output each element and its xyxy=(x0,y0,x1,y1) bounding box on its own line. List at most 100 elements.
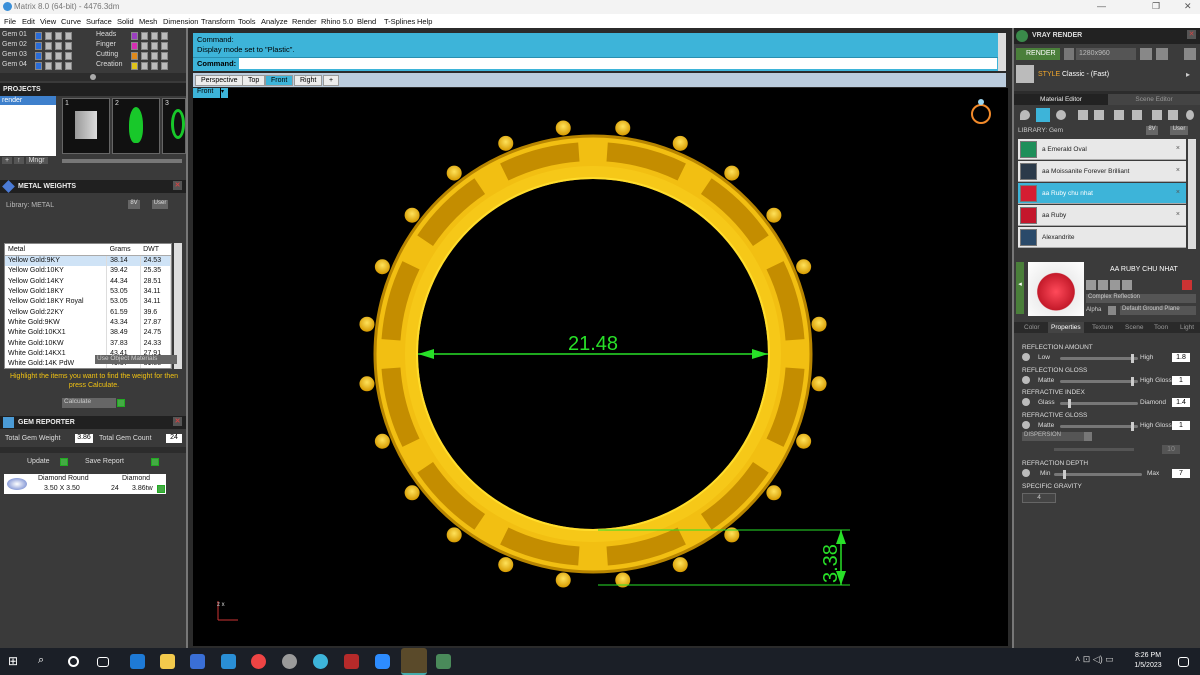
splitter[interactable] xyxy=(0,447,186,453)
menu-transform[interactable]: Transform xyxy=(201,17,235,26)
update-go-icon[interactable] xyxy=(60,458,68,466)
layer-visible-icon[interactable] xyxy=(55,32,62,40)
tab-add[interactable]: + xyxy=(323,75,340,86)
menu-help[interactable]: Help xyxy=(417,17,432,26)
slider-knob[interactable] xyxy=(1068,399,1071,408)
projects-scrollbar[interactable] xyxy=(62,159,182,163)
gem-material-icon[interactable] xyxy=(1036,108,1050,122)
layer-print-icon[interactable] xyxy=(65,32,72,40)
menu-rhino[interactable]: Rhino 5.0 xyxy=(321,17,353,26)
layer-lock-icon[interactable] xyxy=(45,52,52,60)
layer-visible-icon[interactable] xyxy=(55,42,62,50)
tab-light[interactable]: Light xyxy=(1180,324,1194,331)
menu-file[interactable]: File xyxy=(4,17,16,26)
calculate-button[interactable]: Calculate xyxy=(62,398,116,408)
layer-color-swatch[interactable] xyxy=(131,62,138,70)
reset-material-icon[interactable] xyxy=(1182,280,1192,290)
notification-icon[interactable] xyxy=(1178,657,1189,667)
layer-color-swatch[interactable] xyxy=(131,52,138,60)
sphere-icon[interactable] xyxy=(1056,110,1066,120)
layer-lock-icon[interactable] xyxy=(45,62,52,70)
tab-color[interactable]: Color xyxy=(1024,324,1040,331)
assign-material-icon[interactable] xyxy=(1122,280,1132,290)
layer-color-swatch[interactable] xyxy=(35,52,42,60)
front-viewport[interactable]: Front ▾ 21.48 3.38 z x xyxy=(193,88,1008,646)
property-slider[interactable] xyxy=(1060,399,1138,408)
layer-print-icon[interactable] xyxy=(161,42,168,50)
reset-icon[interactable] xyxy=(1022,469,1030,477)
drop-icon[interactable] xyxy=(1020,110,1030,120)
tab-properties[interactable]: Properties xyxy=(1048,322,1084,333)
library-user-button[interactable]: User xyxy=(1170,126,1188,135)
gem-report-row[interactable]: Diamond Round 3.50 X 3.50 Diamond 24 3.8… xyxy=(4,474,166,494)
property-slider[interactable] xyxy=(1060,421,1138,431)
cortana-icon[interactable] xyxy=(68,656,79,667)
property-value[interactable]: 1 xyxy=(1172,375,1190,385)
close-icon[interactable]: ✕ xyxy=(173,181,182,190)
table-row[interactable]: Yellow Gold:18KY Royal 53.05 34.11 xyxy=(5,296,171,307)
library-8v-button[interactable]: 8V xyxy=(1146,126,1158,135)
metal-weights-table[interactable]: Metal Grams DWT Yellow Gold:9KY 38.14 24.53 … xyxy=(4,243,172,369)
layer-color-swatch[interactable] xyxy=(35,62,42,70)
reset-icon[interactable] xyxy=(1022,353,1030,361)
library-8v-button[interactable]: 8V xyxy=(128,200,140,209)
maximize-icon[interactable]: ❐ xyxy=(1152,1,1160,12)
menu-blend[interactable]: Blend xyxy=(357,17,376,26)
layer-row[interactable]: Gem 02 xyxy=(2,41,92,51)
save-report-button[interactable]: Save Report xyxy=(85,458,124,465)
tab-texture[interactable]: Texture xyxy=(1092,324,1113,331)
layer-color-swatch[interactable] xyxy=(131,32,138,40)
add-project-button[interactable]: + xyxy=(2,157,13,164)
pattern-icon[interactable] xyxy=(1114,110,1124,120)
style-dropdown-icon[interactable]: ▸ xyxy=(1186,70,1190,79)
resolution-field[interactable]: 1280x960 xyxy=(1076,48,1136,60)
specific-gravity-field[interactable]: 4 xyxy=(1022,493,1056,503)
splitter-handle[interactable] xyxy=(90,74,96,80)
table-row[interactable]: Yellow Gold:18KY 53.05 34.11 xyxy=(5,286,171,297)
ground-plane-select[interactable]: Default Ground Plane xyxy=(1120,306,1196,315)
tab-material-editor[interactable]: Material Editor xyxy=(1014,94,1108,105)
layer-row[interactable]: Heads xyxy=(96,31,186,41)
remove-icon[interactable]: × xyxy=(1176,211,1180,218)
store-icon[interactable] xyxy=(190,654,205,669)
projects-list[interactable]: render xyxy=(0,96,56,156)
property-value[interactable]: 1.4 xyxy=(1172,398,1190,407)
property-value[interactable]: 1 xyxy=(1172,420,1190,430)
menu-edit[interactable]: Edit xyxy=(22,17,35,26)
zoom-icon[interactable] xyxy=(375,654,390,669)
close-icon[interactable]: ✕ xyxy=(1184,1,1192,12)
table-row[interactable]: White Gold:9KW 43.34 27.87 xyxy=(5,317,171,328)
slider-knob[interactable] xyxy=(1131,421,1134,431)
task-view-icon[interactable] xyxy=(97,657,109,667)
reset-icon[interactable] xyxy=(1022,420,1030,429)
layer-visible-icon[interactable] xyxy=(151,62,158,70)
tab-toon[interactable]: Toon xyxy=(1154,324,1168,331)
chrome-icon[interactable] xyxy=(251,654,266,669)
tab-scene-editor[interactable]: Scene Editor xyxy=(1108,94,1200,105)
layer-color-swatch[interactable] xyxy=(35,42,42,50)
options-icon[interactable] xyxy=(1184,48,1196,60)
file-explorer-icon[interactable] xyxy=(160,654,175,669)
layer-lock-icon[interactable] xyxy=(141,42,148,50)
layer-lock-icon[interactable] xyxy=(141,32,148,40)
menu-mesh[interactable]: Mesh xyxy=(139,17,157,26)
reset-icon[interactable] xyxy=(1022,398,1030,406)
rhino-taskbar-icon[interactable] xyxy=(436,654,451,669)
minimize-icon[interactable]: — xyxy=(1097,1,1106,11)
project-thumb[interactable]: 1 xyxy=(62,98,110,154)
command-input[interactable] xyxy=(239,58,997,69)
upload-project-button[interactable]: ↑ xyxy=(14,157,24,164)
project-thumb[interactable]: 2 xyxy=(112,98,160,154)
light-icon[interactable] xyxy=(1186,110,1194,120)
tab-top[interactable]: Top xyxy=(242,75,266,86)
material-item[interactable]: a Emerald Oval × xyxy=(1018,139,1186,160)
layer-print-icon[interactable] xyxy=(65,62,72,70)
table-row[interactable]: White Gold:10KW 37.83 24.33 xyxy=(5,337,171,349)
layer-row[interactable]: Creation xyxy=(96,61,186,71)
library-user-button[interactable]: User xyxy=(152,200,168,209)
dispersion-toggle[interactable]: DISPERSION xyxy=(1022,432,1084,441)
table-scrollbar[interactable] xyxy=(174,243,182,369)
menu-curve[interactable]: Curve xyxy=(61,17,81,26)
style-value[interactable]: Classic - (Fast) xyxy=(1062,71,1109,78)
table-row[interactable]: Yellow Gold:9KY 38.14 24.53 xyxy=(5,255,171,266)
